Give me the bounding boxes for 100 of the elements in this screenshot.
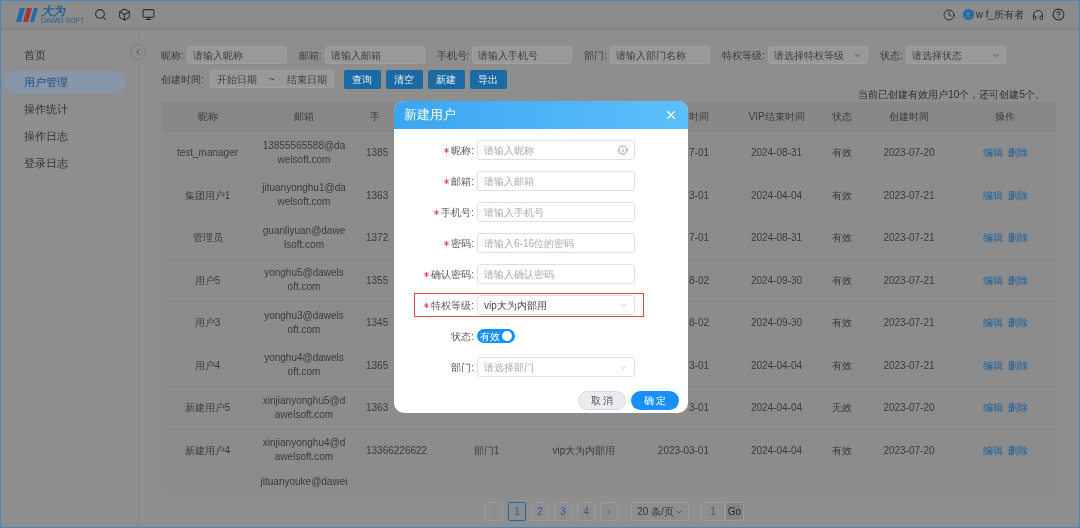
page-button[interactable]: 4	[577, 502, 595, 521]
action-link[interactable]: 编辑	[982, 145, 1003, 161]
table-cell-text: 2023-07-20	[883, 443, 935, 458]
table-cell-text: 用户3	[194, 316, 221, 331]
table-cell-text: 7-01	[689, 146, 709, 161]
headset-icon[interactable]	[1032, 8, 1044, 21]
toolbar-button[interactable]: 导出	[469, 69, 507, 89]
table-cell-text: 2024-04-04	[750, 443, 803, 458]
table-cell-text: 3-01	[689, 188, 709, 203]
table-cell-text: 有效	[831, 231, 852, 246]
table-cell-text: 2024-08-31	[750, 146, 803, 161]
sidebar-item[interactable]: 操作日志	[4, 125, 126, 147]
help-icon[interactable]	[1052, 8, 1065, 21]
action-link[interactable]: 删除	[1007, 315, 1028, 331]
quota-note: 当前已创建有效用户10个，还可创建5个。	[858, 89, 1045, 102]
clock-icon[interactable]	[942, 8, 955, 21]
page-size-select[interactable]: 20 条/页	[631, 502, 689, 521]
sidebar-item[interactable]: 操作统计	[4, 98, 126, 120]
action-link[interactable]: 删除	[1007, 357, 1028, 373]
filter-field[interactable]: 请输入部门名称	[610, 46, 711, 64]
cancel-button[interactable]: 取 消	[578, 391, 626, 410]
chevron-right-icon	[604, 506, 614, 517]
table-cell-text: 1363	[366, 401, 389, 416]
input-field[interactable]: 请输入昵称	[477, 140, 635, 160]
sidebar-item[interactable]: 首页	[4, 44, 126, 66]
action-link[interactable]: 删除	[1007, 187, 1028, 203]
cube-icon[interactable]	[118, 8, 132, 21]
table-cell-text: 用户4	[194, 358, 221, 373]
action-link[interactable]: 编辑	[982, 357, 1003, 373]
filter-select[interactable]: 请选择特权等级	[767, 46, 868, 64]
table-cell-text: 新建用户4	[184, 443, 231, 458]
page-button[interactable]: 3	[554, 502, 572, 521]
table-cell-text: 用户5	[194, 273, 221, 288]
filter-select[interactable]: 请选择状态	[905, 46, 1006, 64]
user-name[interactable]: w f_所有者	[975, 7, 1024, 22]
table-cell-text: 2023-07-21	[883, 231, 935, 246]
input-field[interactable]: 请输入6-16位的密码	[477, 233, 635, 253]
action-link[interactable]: 编辑	[982, 315, 1003, 331]
close-button[interactable]	[664, 108, 678, 122]
table-cell-text: yonghu3@dawelsoft.com	[263, 308, 345, 337]
toolbar-button[interactable]: 查询	[343, 69, 381, 89]
action-link[interactable]: 编辑	[982, 230, 1003, 246]
table-cell-text: 有效	[831, 188, 852, 203]
input-field[interactable]: 请输入手机号	[477, 202, 635, 222]
action-link[interactable]: 编辑	[982, 400, 1003, 416]
table-cell: jituanyonghu1@dawelsoft.com	[262, 181, 346, 210]
sidebar-item[interactable]: 登录日志	[4, 152, 126, 174]
column-header: 邮箱	[294, 110, 314, 124]
column-header: 操作	[995, 110, 1015, 124]
status-switch[interactable]: 有效	[477, 329, 515, 343]
toolbar-button[interactable]: 清空	[385, 69, 423, 89]
action-link[interactable]: 删除	[1007, 145, 1028, 161]
table-cell-text: 2023-07-20	[883, 146, 935, 161]
table-cell: jituanyouke@dawei	[260, 475, 348, 489]
filter-field[interactable]: 请输入手机号	[472, 46, 573, 64]
input-field[interactable]: 请输入邮箱	[477, 171, 635, 191]
field-label: 邮箱:	[451, 174, 474, 189]
go-button[interactable]: Go	[725, 502, 744, 521]
logo-text: 大为	[41, 5, 67, 17]
table-cell-text: 部门1	[473, 443, 500, 458]
table-cell: guanliyuan@dawelsoft.com	[262, 223, 346, 252]
table-cell-text: 1385	[366, 146, 389, 161]
table-cell-text: 无效	[831, 401, 852, 416]
action-link[interactable]: 删除	[1007, 230, 1028, 246]
filter-field[interactable]: 请输入邮箱	[324, 46, 425, 64]
select-field[interactable]: 请选择部门	[477, 357, 635, 377]
action-link[interactable]: 编辑	[982, 187, 1003, 203]
action-link[interactable]: 编辑	[982, 442, 1003, 458]
table-cell-text: 2023-03-01	[657, 443, 709, 458]
select-field[interactable]: vip大为内部用	[477, 295, 635, 315]
page-button[interactable]: 1	[508, 502, 526, 521]
table-cell-text: 有效	[831, 273, 852, 288]
input-field[interactable]: 请输入确认密码	[477, 264, 635, 284]
table-cell-text: 2024-04-04	[750, 188, 803, 203]
table-cell-text: 2023-07-21	[883, 188, 935, 203]
table-cell-text: 8-02	[689, 316, 709, 331]
filter-label: 状态:	[879, 48, 903, 63]
column-header: VIP结束时间	[748, 110, 805, 124]
filter-field[interactable]: 请输入昵称	[186, 46, 287, 64]
toolbar-button[interactable]: 新建	[427, 69, 465, 89]
table-cell-text: 1363	[366, 188, 389, 203]
sidebar-item[interactable]: 用户管理	[4, 71, 126, 93]
column-header: 创建时间	[889, 110, 929, 124]
date-range-field[interactable]: 开始日期 ~ 结束日期	[209, 70, 334, 88]
action-link[interactable]: 编辑	[982, 272, 1003, 288]
action-link[interactable]: 删除	[1007, 272, 1028, 288]
table-cell-text: 新建用户5	[184, 401, 231, 416]
table-cell-text: 有效	[831, 358, 852, 373]
action-link[interactable]: 删除	[1007, 442, 1028, 458]
table-cell-text: 2024-09-30	[750, 316, 803, 331]
filter-label: 手机号:	[436, 48, 470, 63]
page-button[interactable]: 2	[531, 502, 549, 521]
table-cell-text: 管理员	[192, 231, 223, 246]
search-icon[interactable]	[94, 8, 108, 21]
confirm-button[interactable]: 确 定	[631, 391, 679, 410]
monitor-icon[interactable]	[142, 8, 156, 21]
action-link[interactable]: 删除	[1007, 400, 1028, 416]
table-cell-text: 8-02	[689, 273, 709, 288]
field-label: 确认密码:	[431, 267, 474, 282]
filter-label: 邮箱:	[298, 48, 322, 63]
